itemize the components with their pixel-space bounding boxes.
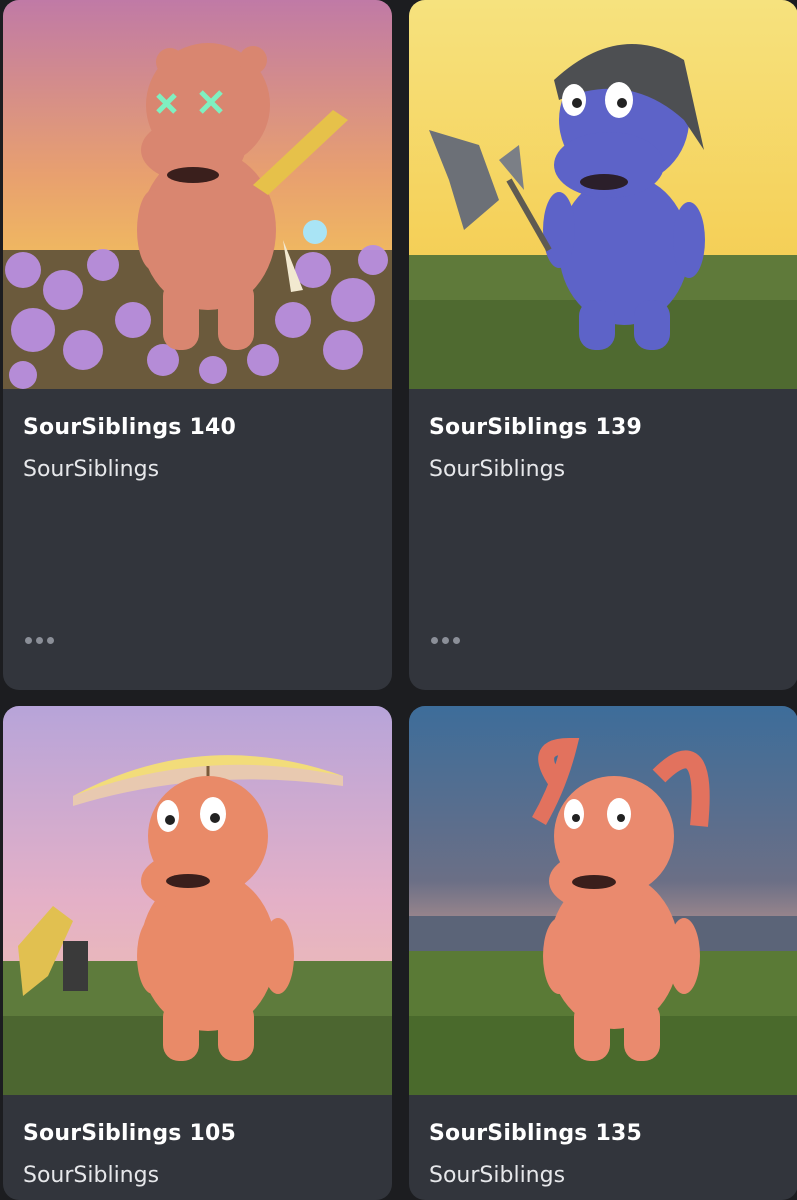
nft-image[interactable] — [409, 706, 797, 1095]
nft-title: SourSiblings 105 — [23, 1121, 236, 1146]
nft-grid: SourSiblings 140 SourSiblings SourSiblin… — [0, 0, 797, 1200]
more-horizontal-icon[interactable] — [431, 630, 471, 650]
nft-collection[interactable]: SourSiblings — [429, 1163, 565, 1188]
nft-image[interactable] — [3, 706, 392, 1095]
nft-collection[interactable]: SourSiblings — [23, 1163, 159, 1188]
nft-title: SourSiblings 139 — [429, 415, 642, 440]
more-horizontal-icon[interactable] — [25, 630, 65, 650]
nft-card[interactable]: SourSiblings 135 SourSiblings — [409, 706, 797, 1200]
nft-image[interactable] — [409, 0, 797, 389]
nft-image[interactable] — [3, 0, 392, 389]
nft-card[interactable]: SourSiblings 140 SourSiblings — [3, 0, 392, 690]
nft-card[interactable]: SourSiblings 105 SourSiblings — [3, 706, 392, 1200]
nft-card[interactable]: SourSiblings 139 SourSiblings — [409, 0, 797, 690]
nft-title: SourSiblings 140 — [23, 415, 236, 440]
nft-collection[interactable]: SourSiblings — [429, 457, 565, 482]
nft-title: SourSiblings 135 — [429, 1121, 642, 1146]
nft-collection[interactable]: SourSiblings — [23, 457, 159, 482]
